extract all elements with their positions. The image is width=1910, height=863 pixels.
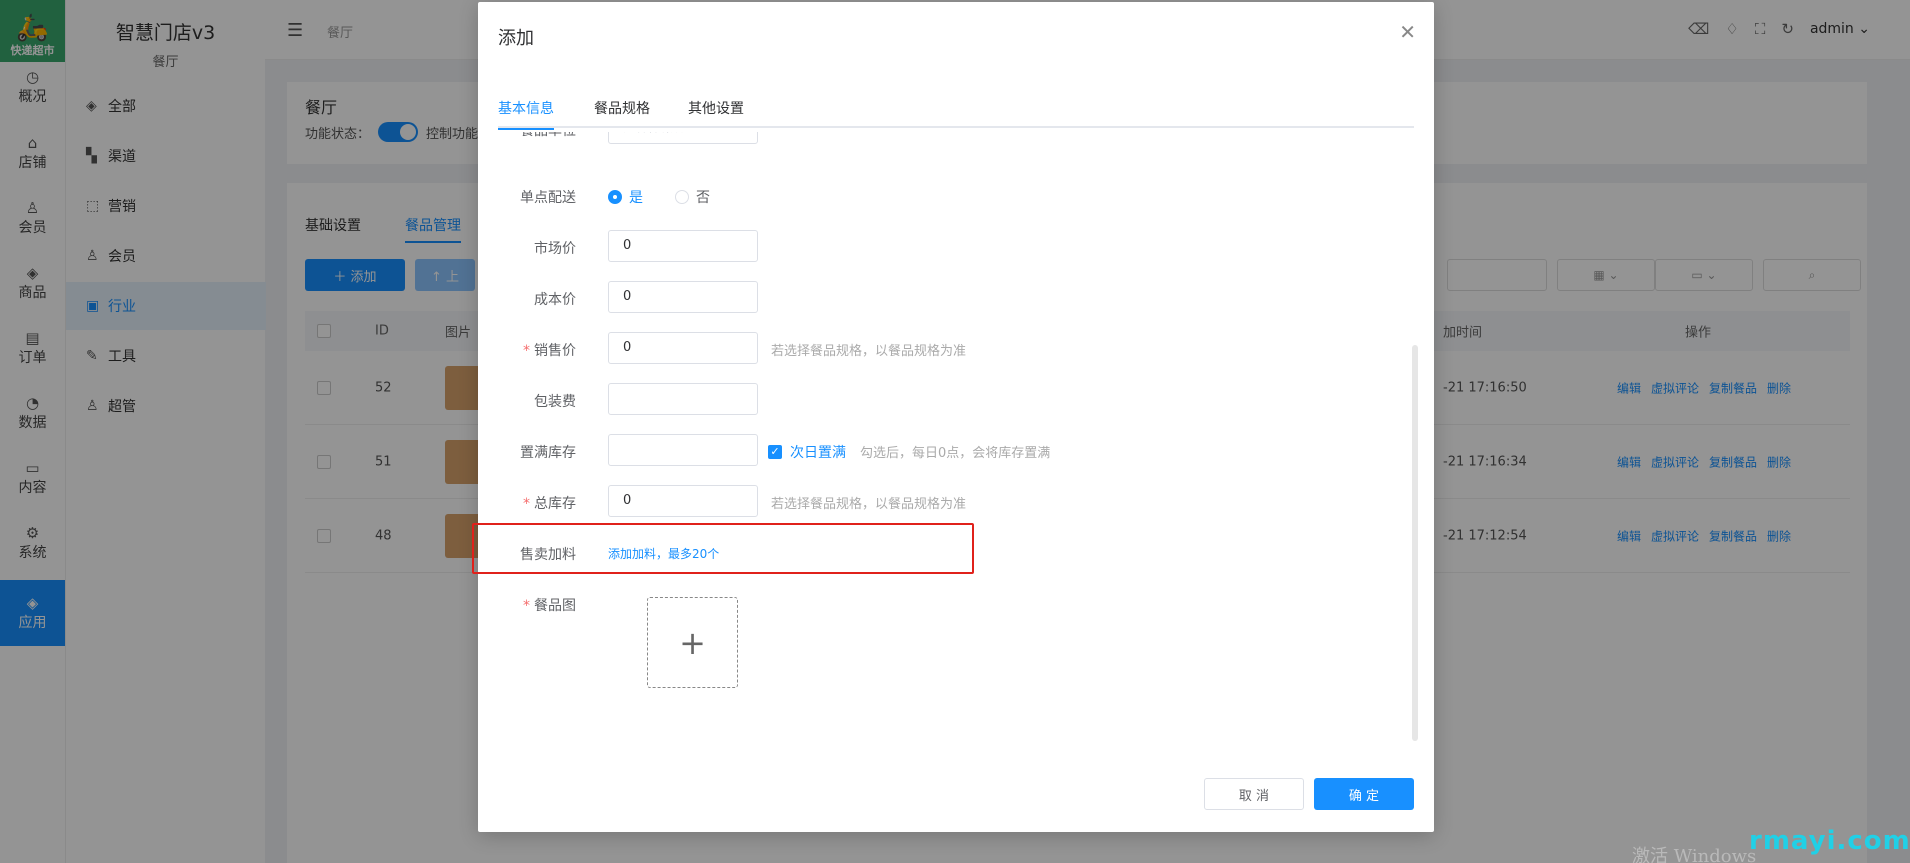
form-row-total-stock: * 总库存 0 若选择餐品规格，以餐品规格为准 — [478, 485, 1378, 519]
form-row-dish-image: * 餐品图 — [523, 598, 576, 614]
next-day-refill-checkbox[interactable]: ✓ 次日置满 — [768, 442, 846, 462]
windows-watermark: 激活 Windows — [1632, 846, 1757, 863]
confirm-button[interactable]: 确 定 — [1314, 778, 1414, 810]
sale-price-hint: 若选择餐品规格，以餐品规格为准 — [771, 344, 967, 359]
full-stock-input[interactable] — [608, 434, 758, 466]
check-icon: ✓ — [768, 445, 782, 459]
form-row-unit: 餐品单位 如件,台,双等 — [478, 132, 1378, 146]
tab-other-settings[interactable]: 其他设置 — [688, 98, 744, 128]
annotation-highlight-box — [472, 523, 974, 574]
plus-icon: + — [679, 623, 706, 662]
dialog-tabs: 基本信息 餐品规格 其他设置 — [498, 92, 1414, 130]
unit-input[interactable]: 如件,台,双等 — [608, 132, 758, 144]
dialog-form: 餐品单位 如件,台,双等 单点配送 是 否 市场价 0 成本价 0 *销售价 0… — [478, 132, 1434, 752]
dialog-scrollbar[interactable] — [1412, 345, 1418, 741]
full-stock-hint: 勾选后，每日0点，会将库存置满 — [860, 446, 1051, 461]
market-price-input[interactable]: 0 — [608, 230, 758, 262]
form-row-packing-fee: 包装费 — [478, 383, 1378, 417]
close-icon[interactable]: ✕ — [1399, 20, 1416, 44]
total-stock-input[interactable]: 0 — [608, 485, 758, 517]
form-row-sale-price: * 销售价 0 若选择餐品规格，以餐品规格为准 — [478, 332, 1378, 366]
delivery-no-radio[interactable]: 否 — [675, 187, 710, 207]
form-row-market-price: 市场价 0 — [478, 230, 1378, 264]
cost-price-input[interactable]: 0 — [608, 281, 758, 313]
form-row-full-stock: 置满库存 ✓ 次日置满 勾选后，每日0点，会将库存置满 — [478, 434, 1378, 468]
cancel-button[interactable]: 取 消 — [1204, 778, 1304, 810]
packing-fee-input[interactable] — [608, 383, 758, 415]
dialog-title: 添加 — [498, 28, 534, 49]
image-upload-box[interactable]: + — [647, 597, 738, 688]
total-stock-hint: 若选择餐品规格，以餐品规格为准 — [771, 497, 967, 512]
form-row-cost-price: 成本价 0 — [478, 281, 1378, 315]
tab-dish-spec[interactable]: 餐品规格 — [594, 98, 650, 128]
delivery-yes-radio[interactable]: 是 — [608, 187, 643, 207]
sale-price-input[interactable]: 0 — [608, 332, 758, 364]
tab-basic-info[interactable]: 基本信息 — [498, 98, 554, 130]
add-dish-dialog: 添加 ✕ 基本信息 餐品规格 其他设置 餐品单位 如件,台,双等 单点配送 是 … — [478, 2, 1434, 832]
form-row-single-delivery: 单点配送 是 否 — [478, 179, 1378, 213]
site-watermark: rmayi.com — [1749, 826, 1910, 856]
